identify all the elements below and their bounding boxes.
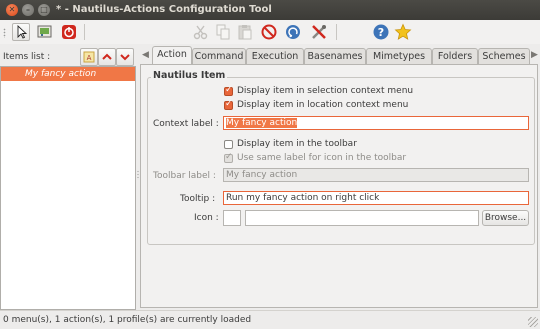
- close-window-button[interactable]: ✕: [6, 4, 18, 16]
- resize-grip[interactable]: [528, 317, 538, 327]
- svg-text:?: ?: [378, 26, 384, 39]
- sort-alphabetical-button[interactable]: A: [80, 48, 98, 66]
- context-label-field[interactable]: My fancy action: [223, 116, 529, 130]
- selection-menu-label: Display item in selection context menu: [237, 86, 414, 96]
- tools-icon[interactable]: [310, 23, 328, 41]
- undo-icon[interactable]: [284, 23, 302, 41]
- selection-menu-checkbox[interactable]: [224, 85, 233, 96]
- delete-icon[interactable]: [260, 23, 278, 41]
- tooltip-field[interactable]: Run my fancy action on right click: [223, 191, 529, 205]
- chevron-up-icon: [102, 53, 112, 60]
- minimize-window-button[interactable]: –: [22, 4, 34, 16]
- section-title: Nautilus Item: [151, 70, 228, 81]
- tooltip-caption: Tooltip :: [180, 194, 216, 204]
- toolbar-label-value: My fancy action: [226, 170, 298, 180]
- pane-splitter[interactable]: [137, 170, 139, 180]
- title-bar: ✕ – □ * - Nautilus-Actions Configuration…: [0, 0, 540, 20]
- icon-preview: [223, 210, 241, 226]
- svg-text:A: A: [87, 54, 92, 62]
- toolbar-separator: [336, 24, 337, 40]
- copy-icon[interactable]: [214, 23, 232, 41]
- cut-icon[interactable]: [192, 23, 210, 41]
- toolbar-display-label: Display item in the toolbar: [237, 139, 357, 149]
- tab-mimetypes[interactable]: Mimetypes: [366, 48, 432, 65]
- items-pane: Items list : A My fancy action: [0, 46, 136, 310]
- paste-icon[interactable]: [236, 23, 254, 41]
- toolbar-label-field[interactable]: My fancy action: [223, 168, 529, 182]
- same-label-checkbox[interactable]: [224, 152, 233, 163]
- toolbar-grip[interactable]: [3, 28, 6, 38]
- sort-descending-button[interactable]: [116, 48, 134, 66]
- location-menu-checkbox[interactable]: [224, 99, 233, 110]
- icon-path-field[interactable]: [245, 210, 479, 226]
- same-label-label: Use same label for icon in the toolbar: [237, 153, 407, 163]
- toolbar-separator: [84, 24, 85, 40]
- tab-basenames[interactable]: Basenames: [304, 48, 366, 65]
- icon-caption: Icon :: [194, 213, 219, 223]
- quit-icon[interactable]: [60, 23, 78, 41]
- list-item-label: My fancy action: [25, 69, 97, 79]
- status-bar: 0 menu(s), 1 action(s), 1 profile(s) are…: [0, 310, 540, 329]
- list-item[interactable]: My fancy action: [1, 67, 135, 81]
- toolbar-display-checkbox[interactable]: [224, 140, 233, 149]
- location-menu-label: Display item in location context menu: [237, 100, 409, 110]
- window-title: * - Nautilus-Actions Configuration Tool: [56, 4, 272, 15]
- tab-command[interactable]: Command: [192, 48, 246, 65]
- tab-folders[interactable]: Folders: [432, 48, 478, 65]
- pointer-icon[interactable]: [12, 23, 30, 41]
- new-item-icon[interactable]: [36, 23, 54, 41]
- items-list-label: Items list :: [3, 52, 51, 62]
- browse-button[interactable]: Browse...: [482, 210, 529, 226]
- tab-execution[interactable]: Execution: [246, 48, 304, 65]
- status-text: 0 menu(s), 1 action(s), 1 profile(s) are…: [3, 315, 252, 325]
- help-icon[interactable]: ?: [372, 23, 390, 41]
- app-window: ✕ – □ * - Nautilus-Actions Configuration…: [0, 0, 540, 329]
- tab-scroll-right-icon[interactable]: ▶: [531, 50, 538, 60]
- tab-scroll-left-icon[interactable]: ◀: [142, 50, 149, 60]
- sort-icon: A: [83, 51, 95, 63]
- tooltip-value: Run my fancy action on right click: [226, 193, 380, 203]
- toolbar-label-caption: Toolbar label :: [153, 171, 216, 181]
- tab-action[interactable]: Action: [152, 46, 192, 66]
- chevron-down-icon: [120, 54, 130, 61]
- tab-bar: ◀ Action Command Execution Basenames Mim…: [140, 46, 540, 66]
- context-label-value: My fancy action: [226, 118, 298, 128]
- items-list[interactable]: My fancy action: [0, 66, 136, 310]
- star-icon[interactable]: [394, 23, 412, 41]
- context-label-caption: Context label :: [153, 119, 219, 129]
- toolbar: ?: [0, 20, 540, 44]
- sort-ascending-button[interactable]: [98, 48, 116, 66]
- action-tab-panel: Nautilus Item Display item in selection …: [140, 64, 538, 308]
- tab-schemes[interactable]: Schemes: [478, 48, 530, 65]
- maximize-window-button[interactable]: □: [38, 4, 50, 16]
